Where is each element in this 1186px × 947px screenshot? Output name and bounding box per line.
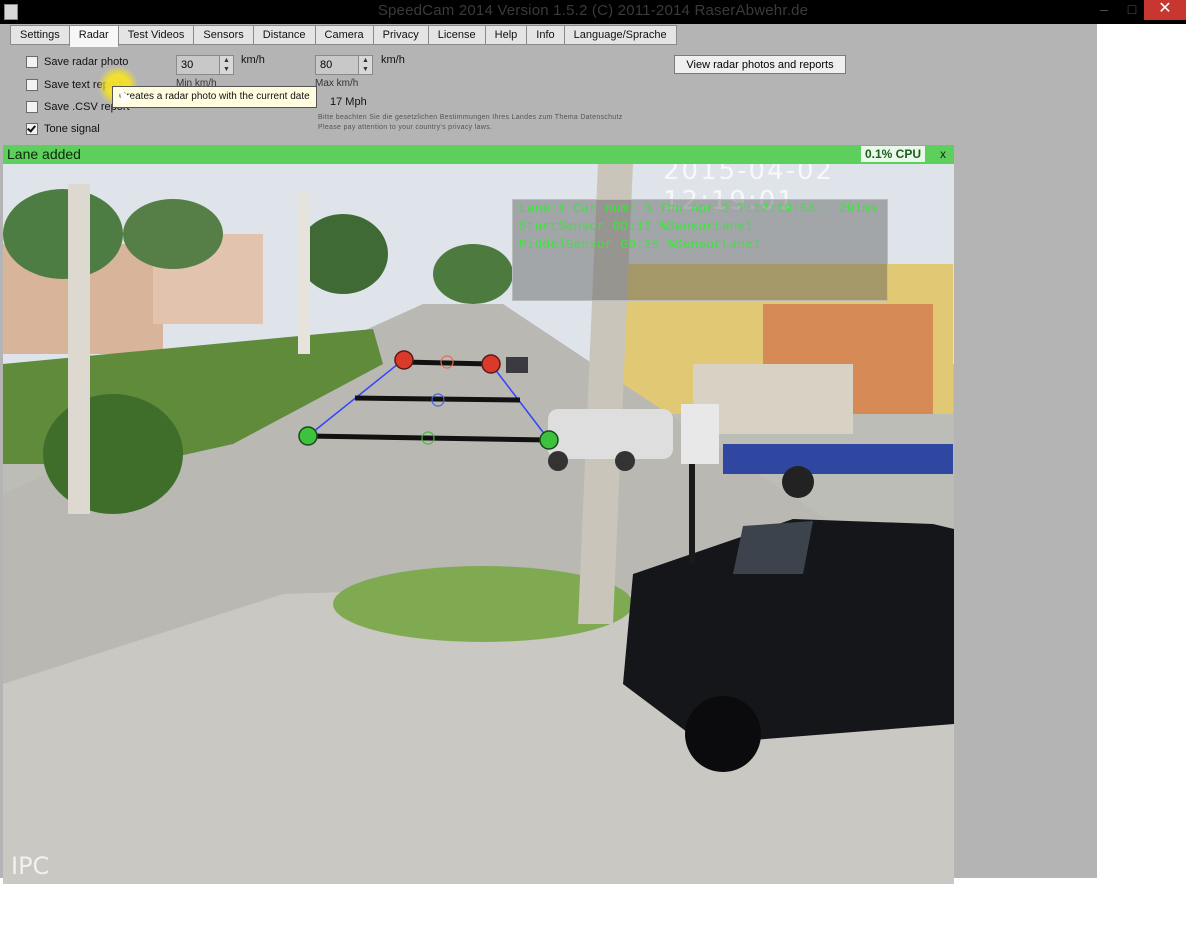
privacy-note-de: Bitte beachten Sie die gesetzlichen Best… xyxy=(318,114,623,121)
close-button[interactable]: ✕ xyxy=(1144,0,1186,20)
min-speed-input[interactable]: 30 xyxy=(176,55,220,75)
tab-language[interactable]: Language/Sprache xyxy=(563,25,677,45)
tab-license[interactable]: License xyxy=(427,25,486,45)
tab-sensors[interactable]: Sensors xyxy=(193,25,254,45)
camera-view[interactable]: 2015-04-02 12:19:01 Lane:1 Car num: 3 Th… xyxy=(3,164,954,884)
min-speed-stepper[interactable]: 30 ▲ ▼ xyxy=(176,55,234,75)
max-speed-input[interactable]: 80 xyxy=(315,55,359,75)
desktop-background xyxy=(1097,24,1186,947)
max-speed-stepper[interactable]: 80 ▲ ▼ xyxy=(315,55,373,75)
max-speed-label: Max km/h xyxy=(315,78,359,89)
tab-camera[interactable]: Camera xyxy=(314,25,374,45)
save-radar-photo-checkbox[interactable] xyxy=(26,56,38,68)
camera-watermark: IPC xyxy=(11,852,50,880)
tab-distance[interactable]: Distance xyxy=(252,25,316,45)
tone-signal-checkbox[interactable] xyxy=(26,123,38,135)
min-speed-arrows[interactable]: ▲ ▼ xyxy=(220,55,234,75)
status-bar: Lane added 0.1% CPU x xyxy=(3,145,954,164)
status-message: Lane added xyxy=(7,146,81,162)
tab-privacy[interactable]: Privacy xyxy=(372,25,429,45)
max-speed-unit: km/h xyxy=(381,54,405,66)
tooltip: Creates a radar photo with the current d… xyxy=(112,86,317,108)
tab-radar[interactable]: Radar xyxy=(68,25,119,47)
tab-info[interactable]: Info xyxy=(526,25,565,45)
tab-strip: Settings Radar Test Videos Sensors Dista… xyxy=(10,25,677,47)
close-status-icon[interactable]: x xyxy=(940,147,946,161)
privacy-note-en: Please pay attention to your country's p… xyxy=(318,124,493,131)
tab-test-videos[interactable]: Test Videos xyxy=(117,25,195,45)
tab-help[interactable]: Help xyxy=(484,25,528,45)
overlay-line-middle-sensor: MiddelSensor GO:25 %SensorLane1 xyxy=(519,237,761,252)
tone-signal-label: Tone signal xyxy=(44,123,100,135)
save-text-report-checkbox[interactable] xyxy=(26,79,38,91)
chevron-up-icon[interactable]: ▲ xyxy=(220,56,233,65)
overlay-line-start-sensor: StartSensor GO:12 %SensorLane1 xyxy=(519,219,754,234)
radar-info-overlay: Lane:1 Car num: 3 Thu Apr 2 T:12:19:53 :… xyxy=(512,199,888,301)
maximize-button[interactable]: □ xyxy=(1118,0,1146,20)
cpu-usage-badge: 0.1% CPU xyxy=(861,146,926,162)
app-window: Settings Radar Test Videos Sensors Dista… xyxy=(0,24,1097,884)
minimize-button[interactable]: – xyxy=(1090,0,1118,20)
overlay-line-lane: Lane:1 Car num: 3 Thu Apr 2 T:12:19:53 :… xyxy=(519,201,878,216)
window-title: SpeedCam 2014 Version 1.5.2 (C) 2011-201… xyxy=(377,2,809,19)
view-radar-photos-button[interactable]: View radar photos and reports xyxy=(674,55,846,74)
save-csv-report-checkbox[interactable] xyxy=(26,101,38,113)
min-speed-unit: km/h xyxy=(241,54,265,66)
max-speed-arrows[interactable]: ▲ ▼ xyxy=(359,55,373,75)
chevron-up-icon[interactable]: ▲ xyxy=(359,56,372,65)
mph-readout: 17 Mph xyxy=(330,96,367,108)
tab-settings[interactable]: Settings xyxy=(10,25,70,45)
chevron-down-icon[interactable]: ▼ xyxy=(359,65,372,74)
chevron-down-icon[interactable]: ▼ xyxy=(220,65,233,74)
title-bar: SpeedCam 2014 Version 1.5.2 (C) 2011-201… xyxy=(0,0,1186,24)
tone-signal-option[interactable]: Tone signal xyxy=(26,123,100,135)
